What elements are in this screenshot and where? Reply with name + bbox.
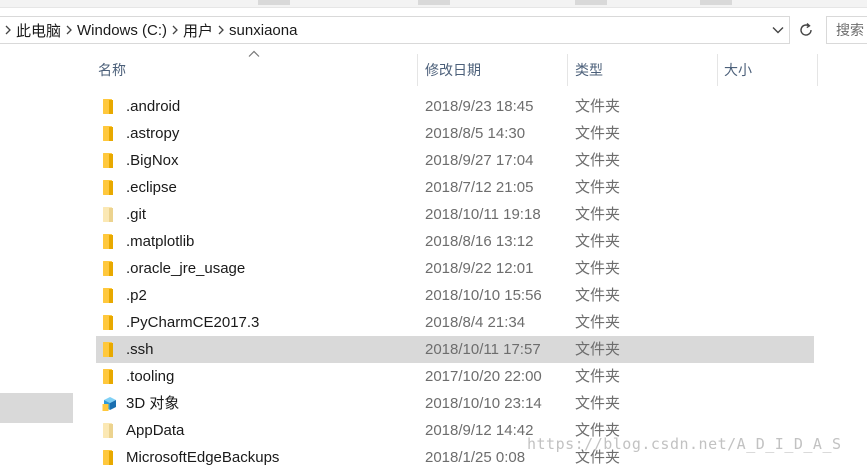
breadcrumb-this-pc[interactable]: 此电脑 [16,17,61,43]
folder-icon [102,287,118,304]
ribbon-remnant [0,0,867,8]
column-header-date[interactable]: 修改日期 [425,54,481,86]
chevron-down-icon[interactable] [769,17,787,43]
file-row[interactable]: .git 2018/10/11 19:18 文件夹 [96,201,814,228]
search-input[interactable]: 搜索 [826,16,867,44]
folder-icon [102,314,118,331]
column-header-type[interactable]: 类型 [575,54,603,86]
file-rows: .android 2018/9/23 18:45 文件夹 .astropy 2018/… [96,93,814,466]
folder-icon [102,152,118,169]
3d-objects-icon [102,395,118,412]
folder-icon [102,341,118,358]
folder-icon [102,98,118,115]
ribbon-button-remnant [418,0,450,5]
breadcrumb-root-chevron-icon[interactable] [0,17,16,43]
file-row[interactable]: .android 2018/9/23 18:45 文件夹 [96,93,814,120]
folder-icon [102,368,118,385]
folder-icon [102,233,118,250]
chevron-right-icon[interactable] [213,17,229,43]
column-header-name[interactable]: 名称 [98,54,126,86]
chevron-right-icon[interactable] [61,17,77,43]
column-header-size[interactable]: 大小 [724,54,752,86]
file-row[interactable]: .p2 2018/10/10 15:56 文件夹 [96,282,814,309]
hidden-folder-icon [102,422,118,439]
file-row[interactable]: .BigNox 2018/9/27 17:04 文件夹 [96,147,814,174]
address-bar[interactable]: 此电脑 Windows (C:) 用户 sunxiaona [0,16,790,44]
file-list[interactable]: 名称 修改日期 类型 大小 .android 2018/9/23 18:45 文件夹… [76,50,867,466]
ribbon-button-remnant [700,0,732,5]
refresh-icon [800,22,812,36]
file-row[interactable]: .tooling 2017/10/20 22:00 文件夹 [96,363,814,390]
search-placeholder: 搜索 [836,22,864,38]
column-divider[interactable] [567,54,568,86]
folder-icon [102,179,118,196]
column-divider[interactable] [717,54,718,86]
hidden-folder-icon [102,206,118,223]
column-headers: 名称 修改日期 类型 大小 [76,54,867,86]
navigation-pane[interactable] [0,50,74,466]
nav-selected-item[interactable] [0,393,73,423]
ribbon-button-remnant [258,0,290,5]
file-row[interactable]: .PyCharmCE2017.3 2018/8/4 21:34 文件夹 [96,309,814,336]
folder-icon [102,260,118,277]
watermark: https://blog.csdn.net/A_D_I_D_A_S [527,435,842,453]
folder-icon [102,449,118,466]
breadcrumb-drive-c[interactable]: Windows (C:) [77,17,167,43]
file-row[interactable]: 3D 对象 2018/10/10 23:14 文件夹 [96,390,814,417]
breadcrumb-user-folder[interactable]: sunxiaona [229,17,297,43]
file-row[interactable]: .eclipse 2018/7/12 21:05 文件夹 [96,174,814,201]
file-row[interactable]: .oracle_jre_usage 2018/9/22 12:01 文件夹 [96,255,814,282]
refresh-button[interactable] [794,16,818,44]
file-row-selected[interactable]: .ssh 2018/10/11 17:57 文件夹 [96,336,814,363]
file-row[interactable]: .astropy 2018/8/5 14:30 文件夹 [96,120,814,147]
column-divider[interactable] [417,54,418,86]
column-divider[interactable] [817,54,818,86]
breadcrumb-users[interactable]: 用户 [183,17,213,43]
folder-icon [102,125,118,142]
ribbon-button-remnant [575,0,607,5]
file-row[interactable]: .matplotlib 2018/8/16 13:12 文件夹 [96,228,814,255]
chevron-right-icon[interactable] [167,17,183,43]
address-row: 此电脑 Windows (C:) 用户 sunxiaona 搜索 [0,12,867,48]
